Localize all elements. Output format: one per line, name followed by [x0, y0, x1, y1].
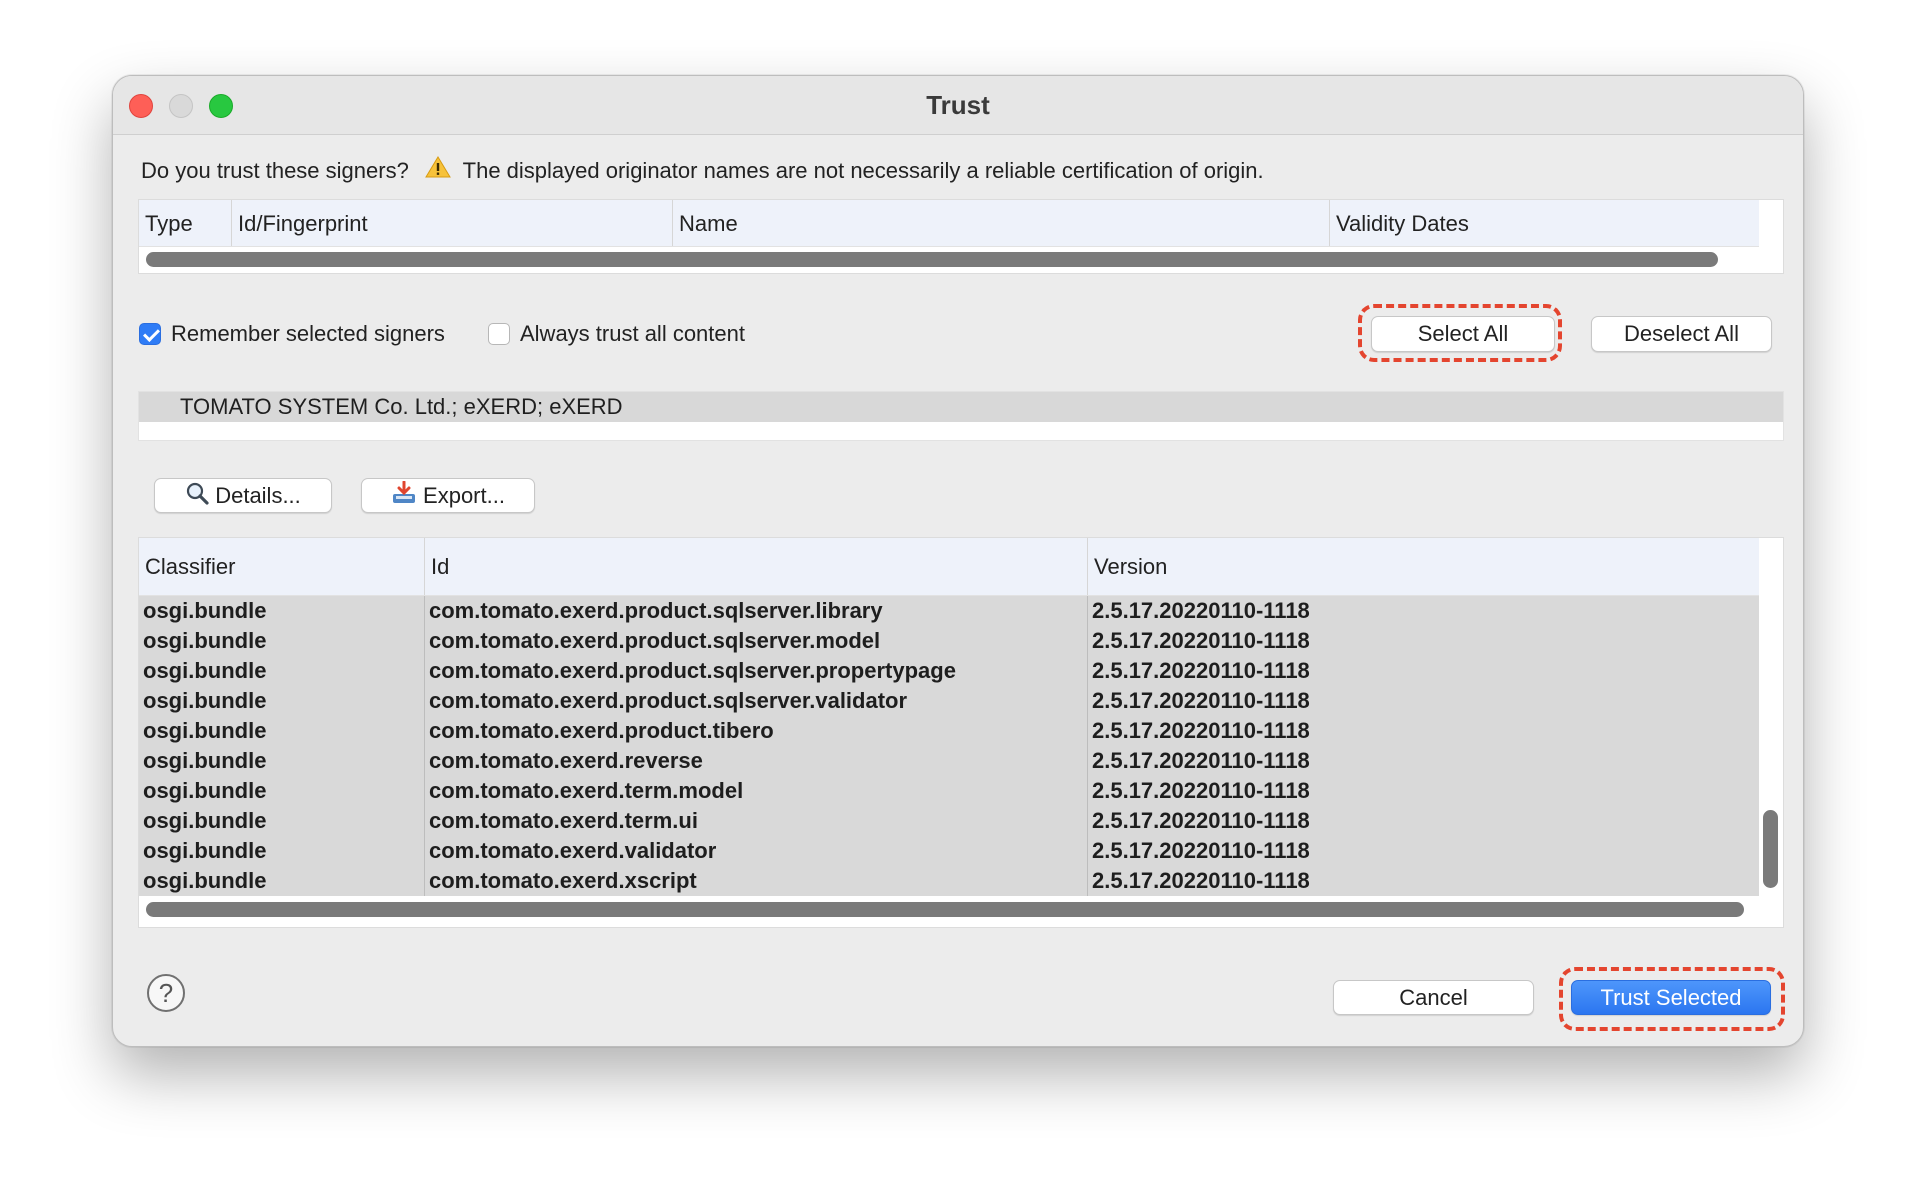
row-id: com.tomato.exerd.validator: [429, 838, 717, 863]
table-row[interactable]: osgi.bundle com.tomato.exerd.product.tib…: [139, 716, 1759, 746]
row-version: 2.5.17.20220110-1118: [1092, 628, 1310, 653]
table-row[interactable]: osgi.bundle com.tomato.exerd.product.sql…: [139, 656, 1759, 686]
trust-question: Do you trust these signers?: [141, 158, 409, 183]
column-header-id[interactable]: Id: [424, 538, 1087, 595]
column-header-version[interactable]: Version: [1087, 538, 1759, 595]
content-table[interactable]: Classifier Id Version osgi.bundle com.to…: [138, 537, 1784, 928]
select-all-button[interactable]: Select All: [1371, 316, 1555, 352]
column-header-classifier[interactable]: Classifier: [139, 538, 424, 595]
row-classifier: osgi.bundle: [143, 808, 267, 833]
table-row[interactable]: osgi.bundle com.tomato.exerd.validator 2…: [139, 836, 1759, 866]
row-id: com.tomato.exerd.product.sqlserver.model: [429, 628, 881, 653]
row-classifier: osgi.bundle: [143, 628, 267, 653]
row-id: com.tomato.exerd.product.tibero: [429, 718, 774, 743]
row-classifier: osgi.bundle: [143, 868, 267, 893]
row-id: com.tomato.exerd.xscript: [429, 868, 697, 893]
remember-signers-checkbox[interactable]: [139, 323, 161, 345]
signer-list[interactable]: TOMATO SYSTEM Co. Ltd.; eXERD; eXERD: [138, 391, 1784, 441]
table-row[interactable]: osgi.bundle com.tomato.exerd.product.sql…: [139, 686, 1759, 716]
row-classifier: osgi.bundle: [143, 778, 267, 803]
always-trust-label[interactable]: Always trust all content: [520, 321, 745, 347]
column-header-fingerprint[interactable]: Id/Fingerprint: [231, 200, 672, 246]
row-id: com.tomato.exerd.product.sqlserver.prope…: [429, 658, 956, 683]
cancel-button[interactable]: Cancel: [1333, 980, 1534, 1015]
trust-message: Do you trust these signers? The displaye…: [141, 156, 1264, 184]
row-classifier: osgi.bundle: [143, 718, 267, 743]
export-button-label: Export...: [423, 483, 505, 508]
table-row[interactable]: osgi.bundle com.tomato.exerd.term.model …: [139, 776, 1759, 806]
trust-dialog: Trust Do you trust these signers? The di…: [112, 75, 1804, 1047]
row-classifier: osgi.bundle: [143, 598, 267, 623]
signer-list-item[interactable]: TOMATO SYSTEM Co. Ltd.; eXERD; eXERD: [139, 392, 1783, 422]
row-version: 2.5.17.20220110-1118: [1092, 868, 1310, 893]
row-id: com.tomato.exerd.product.sqlserver.valid…: [429, 688, 908, 713]
content-vertical-scrollbar[interactable]: [1763, 810, 1778, 888]
row-classifier: osgi.bundle: [143, 688, 267, 713]
row-version: 2.5.17.20220110-1118: [1092, 658, 1310, 683]
always-trust-checkbox[interactable]: [488, 323, 510, 345]
row-version: 2.5.17.20220110-1118: [1092, 598, 1310, 623]
row-version: 2.5.17.20220110-1118: [1092, 808, 1310, 833]
signers-table-header: Type Id/Fingerprint Name Validity Dates: [139, 200, 1759, 247]
content-horizontal-scrollbar[interactable]: [146, 902, 1744, 917]
table-row[interactable]: osgi.bundle com.tomato.exerd.reverse 2.5…: [139, 746, 1759, 776]
remember-signers-label[interactable]: Remember selected signers: [171, 321, 445, 347]
table-row[interactable]: osgi.bundle com.tomato.exerd.term.ui 2.5…: [139, 806, 1759, 836]
column-divider-version: [1087, 596, 1088, 896]
deselect-all-button[interactable]: Deselect All: [1591, 316, 1772, 352]
content-table-header: Classifier Id Version: [139, 538, 1759, 596]
column-divider-id: [424, 596, 425, 896]
column-header-name[interactable]: Name: [672, 200, 1329, 246]
row-id: com.tomato.exerd.term.model: [429, 778, 744, 803]
row-version: 2.5.17.20220110-1118: [1092, 688, 1310, 713]
row-version: 2.5.17.20220110-1118: [1092, 838, 1310, 863]
title-bar: Trust: [113, 76, 1803, 135]
signers-table[interactable]: Type Id/Fingerprint Name Validity Dates: [138, 199, 1784, 274]
column-header-type[interactable]: Type: [139, 200, 231, 246]
row-version: 2.5.17.20220110-1118: [1092, 718, 1310, 743]
row-id: com.tomato.exerd.term.ui: [429, 808, 698, 833]
row-classifier: osgi.bundle: [143, 748, 267, 773]
export-button[interactable]: Export...: [361, 478, 535, 513]
row-id: com.tomato.exerd.reverse: [429, 748, 703, 773]
table-row[interactable]: osgi.bundle com.tomato.exerd.xscript 2.5…: [139, 866, 1759, 896]
row-id: com.tomato.exerd.product.sqlserver.libra…: [429, 598, 883, 623]
row-version: 2.5.17.20220110-1118: [1092, 778, 1310, 803]
row-classifier: osgi.bundle: [143, 838, 267, 863]
table-row[interactable]: osgi.bundle com.tomato.exerd.product.sql…: [139, 626, 1759, 656]
details-button[interactable]: Details...: [154, 478, 332, 513]
warning-icon: [425, 156, 451, 184]
details-button-label: Details...: [215, 483, 301, 508]
column-header-validity-dates[interactable]: Validity Dates: [1329, 200, 1759, 246]
table-row[interactable]: osgi.bundle com.tomato.exerd.product.sql…: [139, 596, 1759, 626]
window-title: Trust: [926, 90, 990, 120]
signers-horizontal-scrollbar[interactable]: [146, 252, 1718, 267]
row-classifier: osgi.bundle: [143, 658, 267, 683]
export-icon: [391, 480, 417, 514]
row-version: 2.5.17.20220110-1118: [1092, 748, 1310, 773]
warning-text: The displayed originator names are not n…: [462, 158, 1264, 183]
magnifier-icon: [185, 481, 209, 514]
trust-selected-button[interactable]: Trust Selected: [1571, 980, 1771, 1015]
help-icon[interactable]: ?: [147, 974, 185, 1012]
